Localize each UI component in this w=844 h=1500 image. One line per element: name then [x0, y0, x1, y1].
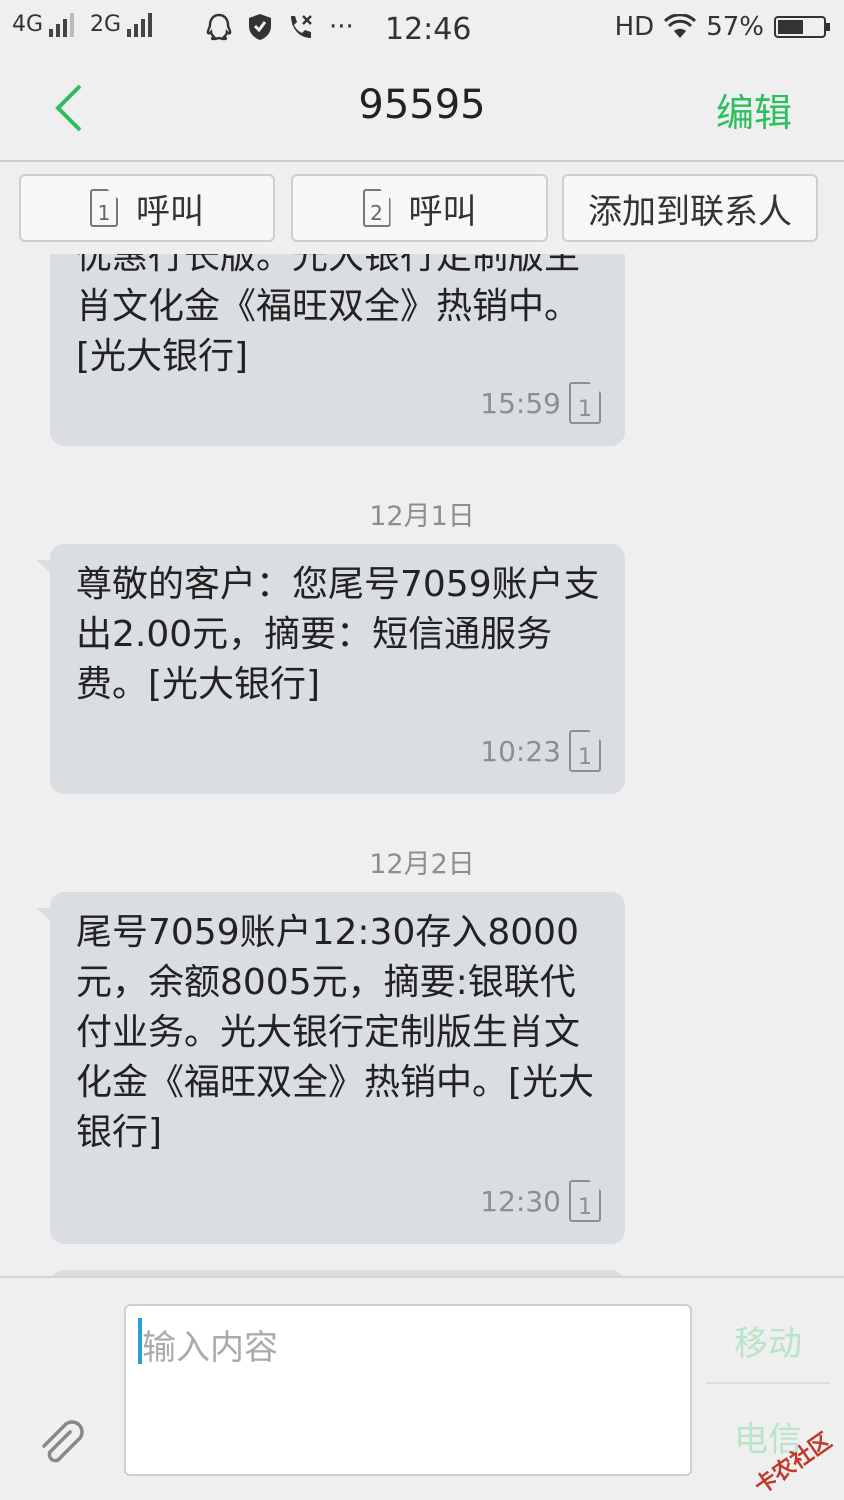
sim-number: 1	[578, 397, 592, 422]
sim-card-icon: 1	[569, 730, 601, 772]
more-icon: ···	[329, 12, 354, 42]
status-bar: 4G 2G ··· 12:46 HD 57%	[0, 0, 844, 56]
message-bubble[interactable]: 尾号7059账户12:30存入8000元，余额8005元，摘要:银联代付业务。光…	[36, 892, 625, 1244]
bubble-tail	[36, 560, 52, 574]
notification-icons: ···	[205, 12, 354, 42]
message-time: 12:30	[480, 1184, 561, 1218]
message-meta: 10:23 1	[480, 730, 601, 772]
message-time: 15:59	[480, 386, 561, 420]
message-list[interactable]: 优惠行长版。光大银行定制版生肖文化金《福旺双全》热销中。[光大银行] 15:59…	[0, 254, 844, 1276]
sim-card-icon: 1	[569, 382, 601, 424]
clock: 12:46	[385, 12, 472, 47]
sim-number: 1	[578, 1195, 592, 1220]
network-type-2: 2G	[90, 12, 122, 37]
network-type-1: 4G	[12, 12, 44, 37]
sim-number: 1	[97, 201, 111, 225]
add-contact-button[interactable]: 添加到联系人	[562, 174, 818, 242]
sim-card-icon: 1	[90, 189, 118, 227]
signal-bars-icon	[49, 12, 75, 37]
message-bubble[interactable]: 尊敬的客户：您尾号7059账户支出2.00元，摘要：短信通服务费。[光大银行] …	[36, 544, 625, 794]
message-text: 尾号7059账户12:30存入8000元，余额8005元，摘要:银联代付业务。光…	[76, 912, 595, 1153]
call-sim2-button[interactable]: 2 呼叫	[291, 174, 548, 242]
sim-number: 2	[370, 201, 383, 225]
message-text: 优惠行长版。光大银行定制版生肖文化金《福旺双全》热销中。[光大银行]	[76, 254, 581, 377]
shield-icon	[249, 14, 271, 40]
call-label: 呼叫	[136, 191, 204, 232]
paperclip-icon[interactable]	[36, 1418, 88, 1470]
sim-number: 1	[578, 745, 592, 770]
sim-card-icon: 1	[569, 1180, 601, 1222]
battery-percent: 57%	[706, 12, 764, 42]
compose-bar: 输入内容 移动 电信 卡农社区	[0, 1276, 844, 1500]
date-separator: 12月1日	[369, 501, 475, 532]
action-bar: 1 呼叫 2 呼叫 添加到联系人	[0, 162, 844, 254]
qq-icon	[206, 13, 232, 41]
missed-call-icon	[291, 15, 312, 38]
date-separator: 12月2日	[369, 849, 475, 880]
hd-indicator: HD	[614, 12, 655, 42]
bubble-tail	[36, 908, 52, 922]
battery-fill	[778, 20, 803, 34]
send-mobile-button[interactable]: 移动	[706, 1298, 830, 1384]
edit-button[interactable]: 编辑	[716, 82, 792, 137]
wifi-icon	[664, 14, 697, 38]
add-contact-label: 添加到联系人	[588, 191, 792, 232]
conversation-header: 95595 编辑	[0, 56, 844, 162]
call-label: 呼叫	[408, 191, 477, 232]
message-text: 尊敬的客户：您尾号7059账户支出2.00元，摘要：短信通服务费。[光大银行]	[76, 564, 600, 705]
message-meta: 15:59 1	[480, 382, 601, 424]
message-input[interactable]: 输入内容	[124, 1304, 692, 1476]
message-time: 10:23	[480, 734, 561, 768]
call-sim1-button[interactable]: 1 呼叫	[19, 174, 275, 242]
battery-icon	[774, 16, 830, 38]
system-indicators: HD 57%	[614, 12, 830, 42]
message-meta: 12:30 1	[480, 1180, 601, 1222]
message-bubble[interactable]: 优惠行长版。光大银行定制版生肖文化金《福旺双全》热销中。[光大银行] 15:59…	[50, 254, 625, 446]
sim-card-icon: 2	[362, 189, 391, 227]
input-placeholder: 输入内容	[142, 1328, 278, 1368]
signal-indicators: 4G 2G	[12, 12, 162, 37]
signal-bars-icon	[127, 12, 153, 37]
